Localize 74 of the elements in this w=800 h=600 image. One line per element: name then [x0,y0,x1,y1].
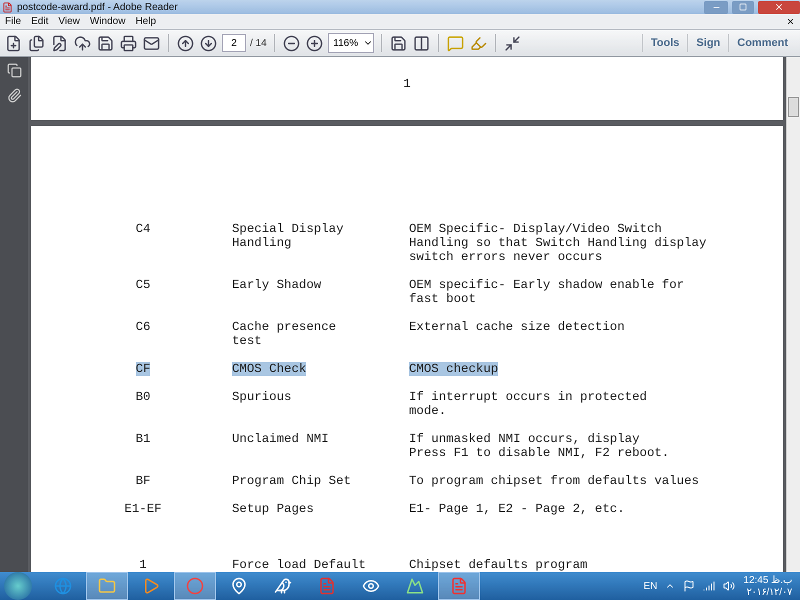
folder-icon [98,577,116,595]
description-text: External cache size detection [409,320,625,334]
pages-icon[interactable] [6,63,22,78]
name-text: Program Chip Set [232,474,351,488]
name-text: Setup Pages [232,502,314,516]
code-text: BF [136,474,150,488]
signal-icon[interactable] [703,580,716,592]
code-text: 1 [139,558,147,572]
code-text: C4 [136,222,150,236]
close-icon[interactable] [786,17,795,26]
pdf-icon [2,2,13,12]
description-text: OEM specific- Early shadow enable for fast boot [409,278,684,306]
circle-icon [186,577,204,595]
page-total: / 14 [250,38,267,48]
window-title: postcode-award.pdf - Adobe Reader [17,2,179,12]
start-button[interactable] [4,572,32,600]
description-text: Chipset defaults program [409,558,588,572]
description-text: If interrupt occurs in protected mode. [409,390,647,418]
flag-icon[interactable] [683,580,696,592]
description-text: If unmasked NMI occurs, display Press F1 to disable NMI, F2 reboot. [409,432,670,460]
description-text: E1- Page 1, E2 - Page 2, etc. [409,502,625,516]
pane-tab[interactable]: Tools [642,34,688,52]
description-text: CMOS checkup [409,362,498,376]
columns-icon[interactable] [412,34,431,52]
menu-item[interactable]: View [58,16,80,27]
code-text: C6 [136,320,150,334]
scroll-thumb[interactable] [788,97,799,117]
mountain-icon [406,577,424,595]
upload-cloud-icon[interactable] [73,34,92,52]
edit-file-icon[interactable] [50,34,69,52]
zoom-in-icon[interactable] [304,34,324,52]
description-text: To program chipset from defaults values [409,474,699,488]
pane-tab[interactable]: Sign [687,34,728,52]
code-text: C5 [136,278,150,292]
collapse-icon[interactable] [502,34,522,52]
code-text: B1 [136,432,150,446]
attachment-icon[interactable] [6,88,22,103]
clock-time: 12:45 ب.ظ [743,574,792,586]
eye-icon [362,577,380,595]
menu-item[interactable]: Edit [31,16,48,27]
files-icon[interactable] [27,34,46,52]
clock-date: ۲۰۱۶/۱۲/۰۷ [746,586,792,598]
globe-icon [54,577,72,595]
name-text: Special Display Handling [232,222,344,250]
pin-icon [230,577,248,595]
name-text: Unclaimed NMI [232,432,329,446]
next-page-icon[interactable] [199,34,218,52]
pane-tab[interactable]: Comment [728,34,796,52]
page-number: 1 [403,77,411,91]
menu-item[interactable]: File [5,16,22,27]
language-indicator[interactable]: EN [644,580,658,592]
code-text: CF [136,362,150,376]
name-text: Early Shadow [232,278,322,292]
description-text: OEM Specific- Display/Video Switch Handling so that Switch Handling display switch errors never occurs [409,222,706,264]
menu-item[interactable]: Help [135,16,156,27]
page-field[interactable]: 2 [222,34,246,52]
menu-item[interactable]: Window [90,16,126,27]
speaker-icon[interactable] [723,580,736,592]
zoom-dropdown[interactable]: 116% [328,33,374,53]
name-text: Cache presence test [232,320,336,348]
code-text: B0 [136,390,150,404]
code-text: E1-EF [124,502,162,516]
name-text: Force load Default [232,558,366,572]
print-icon[interactable] [119,34,138,52]
play-icon [142,577,160,595]
pdf-icon [450,577,468,595]
bird-icon [274,577,292,595]
previous-page-icon[interactable] [176,34,195,52]
name-text: Spurious [232,390,292,404]
zoom-out-icon[interactable] [282,34,301,52]
file-add-icon[interactable] [4,34,23,52]
scrollbar[interactable] [786,57,800,572]
save-icon[interactable] [96,34,115,52]
name-text: CMOS Check [232,362,306,376]
